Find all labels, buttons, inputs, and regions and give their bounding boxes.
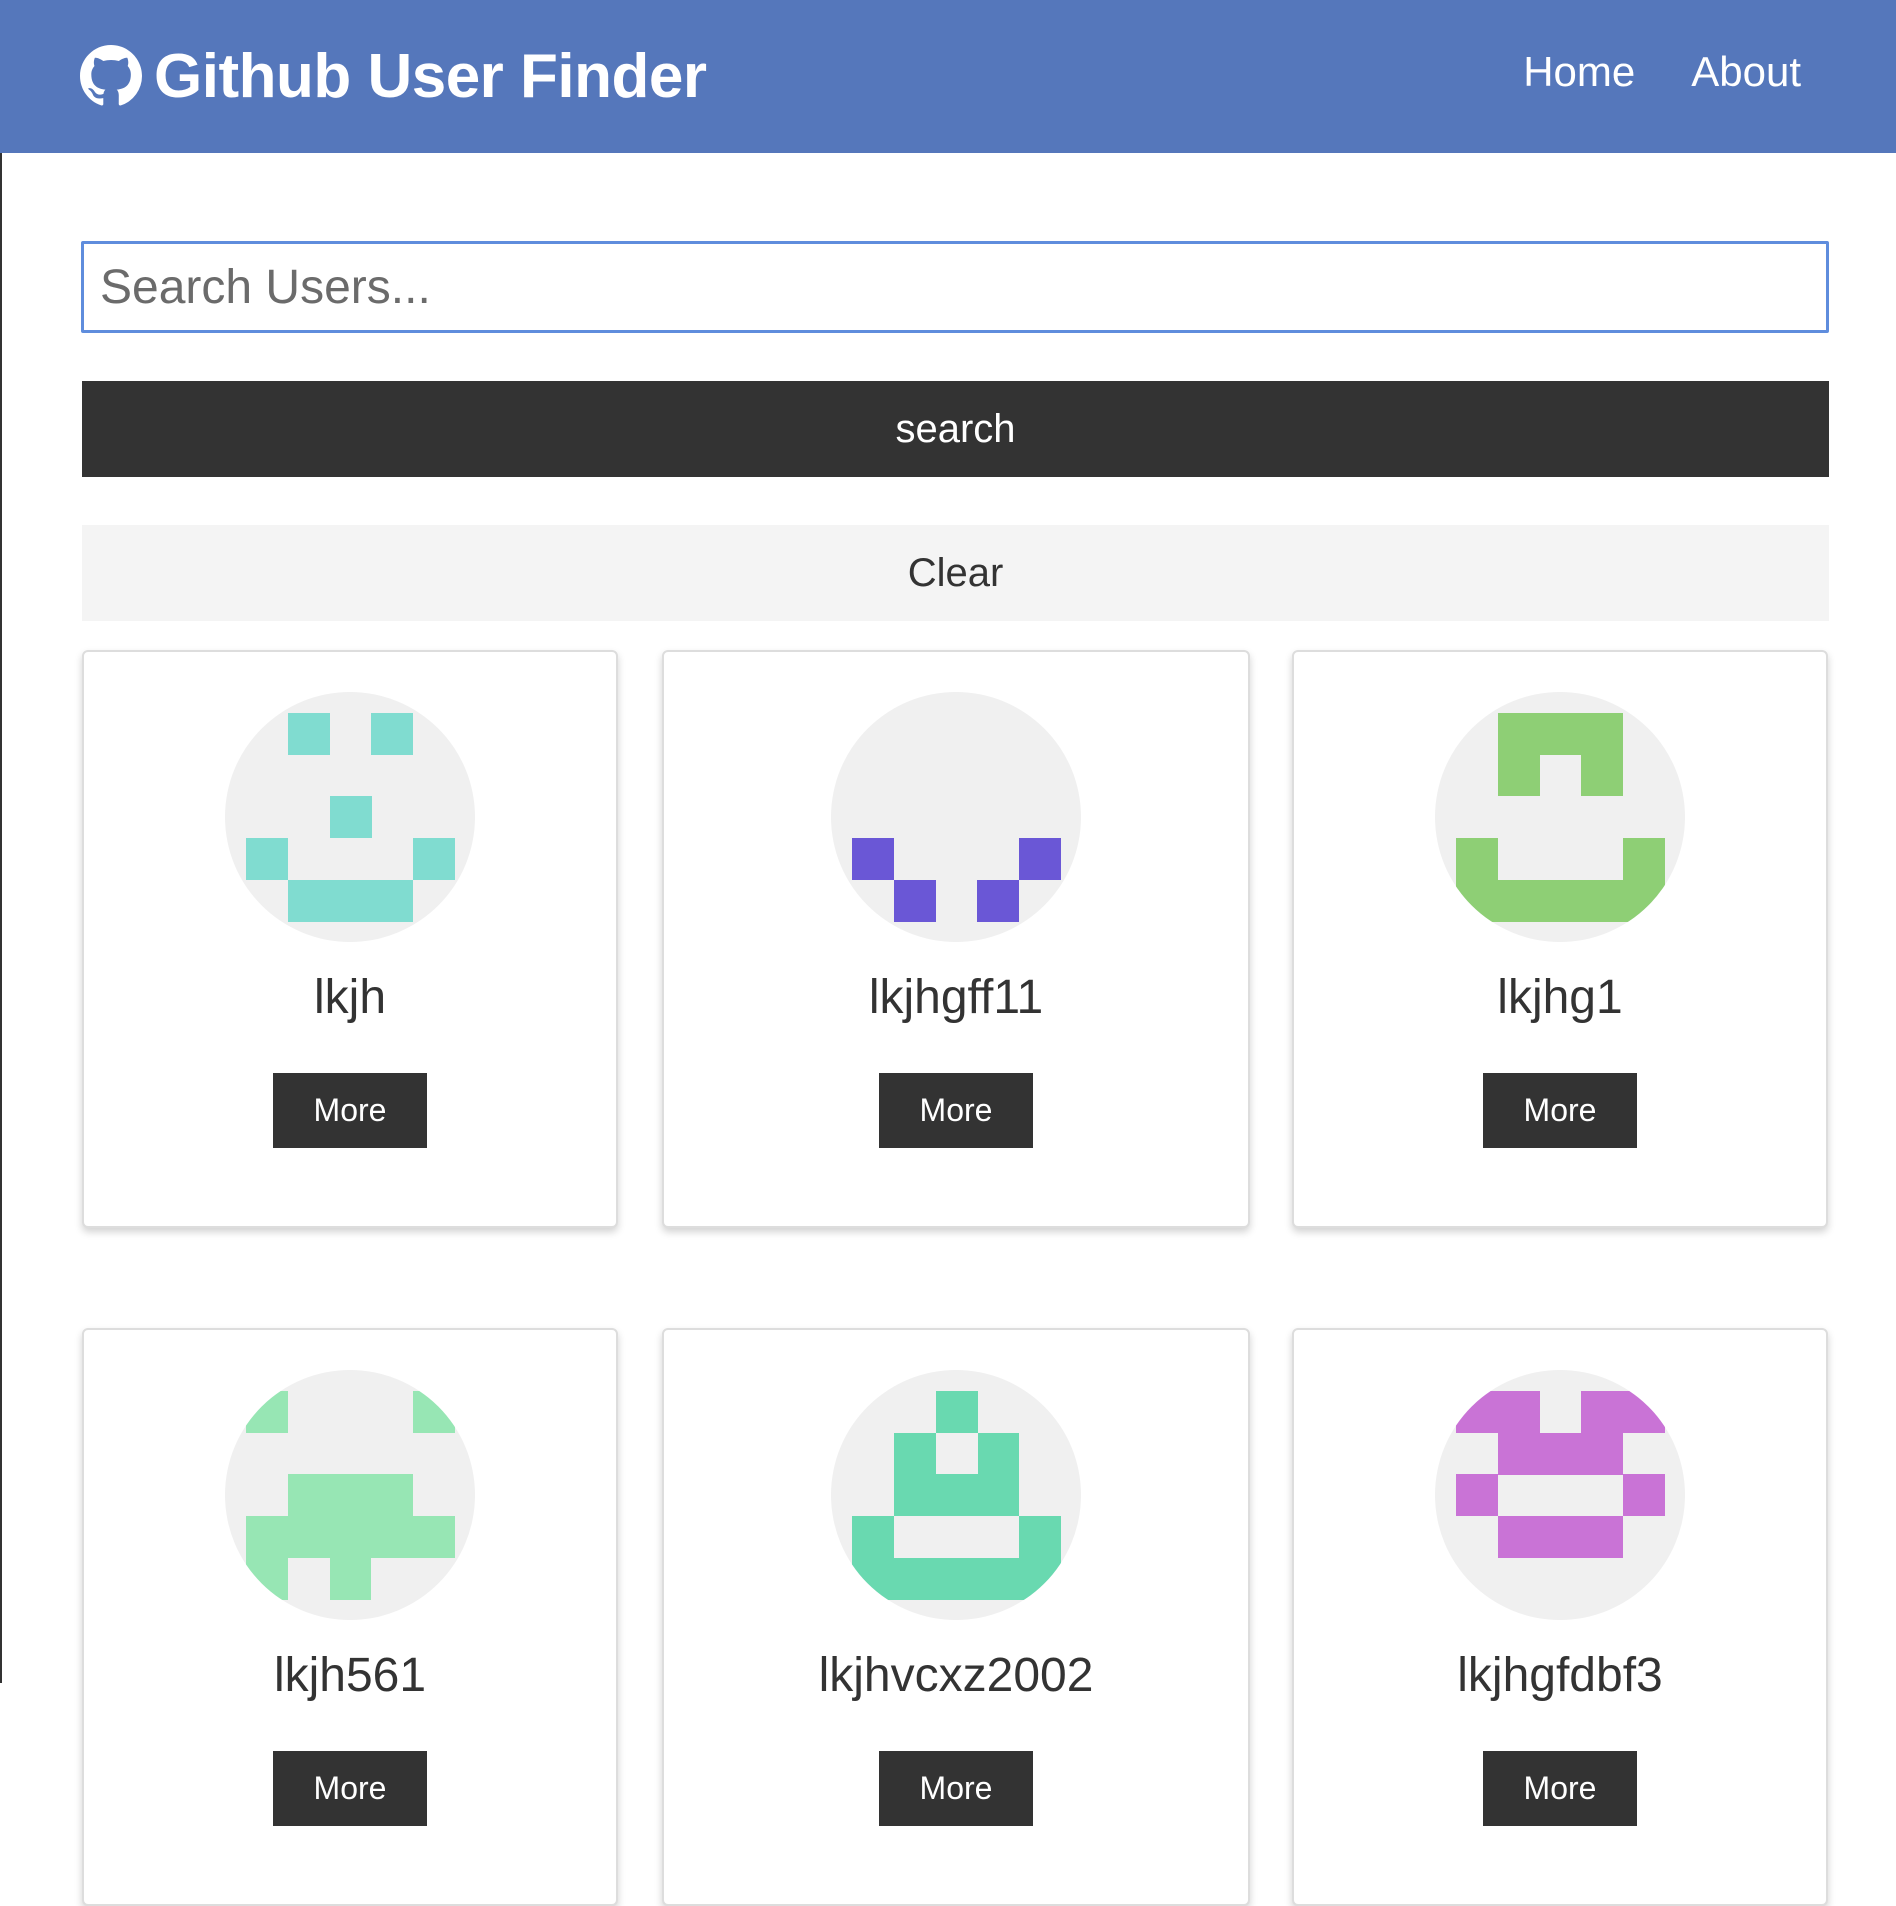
user-login: lkjhvcxz2002 [818, 1649, 1094, 1702]
identicon-image [246, 1391, 455, 1600]
nav-links: Home About [1523, 48, 1801, 96]
search-input[interactable] [81, 241, 1829, 333]
user-avatar [1435, 692, 1685, 942]
identicon-image [246, 713, 455, 922]
user-card: lkjhgff11 More [662, 650, 1250, 1228]
app-title: Github User Finder [154, 41, 707, 111]
more-button[interactable]: More [273, 1073, 427, 1148]
user-login: lkjhgff11 [868, 971, 1044, 1024]
identicon-image [1456, 713, 1665, 922]
user-avatar [831, 692, 1081, 942]
nav-link-home[interactable]: Home [1523, 48, 1635, 96]
user-avatar [225, 1370, 475, 1620]
more-button[interactable]: More [879, 1073, 1033, 1148]
more-button[interactable]: More [879, 1751, 1033, 1826]
user-avatar [1435, 1370, 1685, 1620]
user-login: lkjh [313, 971, 387, 1024]
more-button[interactable]: More [1483, 1751, 1637, 1826]
user-avatar [225, 692, 475, 942]
identicon-image [1456, 1391, 1665, 1558]
user-card: lkjhg1 More [1292, 650, 1828, 1228]
window-edge [0, 0, 2, 1683]
user-avatar [831, 1370, 1081, 1620]
user-login: lkjhg1 [1497, 971, 1623, 1024]
user-card: lkjhgfdbf3 More [1292, 1328, 1828, 1906]
more-button[interactable]: More [1483, 1073, 1637, 1148]
nav-link-about[interactable]: About [1691, 48, 1801, 96]
brand: Github User Finder [80, 36, 707, 116]
user-card: lkjh561 More [82, 1328, 618, 1906]
search-button[interactable]: search [82, 381, 1829, 477]
clear-button[interactable]: Clear [82, 525, 1829, 621]
identicon-image [852, 1391, 1061, 1600]
github-icon [80, 45, 142, 106]
user-login: lkjh561 [273, 1649, 427, 1702]
user-card: lkjhvcxz2002 More [662, 1328, 1250, 1906]
identicon-image [852, 838, 1061, 922]
more-button[interactable]: More [273, 1751, 427, 1826]
user-login: lkjhgfdbf3 [1457, 1649, 1663, 1702]
user-card: lkjh More [82, 650, 618, 1228]
navbar: Github User Finder Home About [0, 0, 1896, 153]
